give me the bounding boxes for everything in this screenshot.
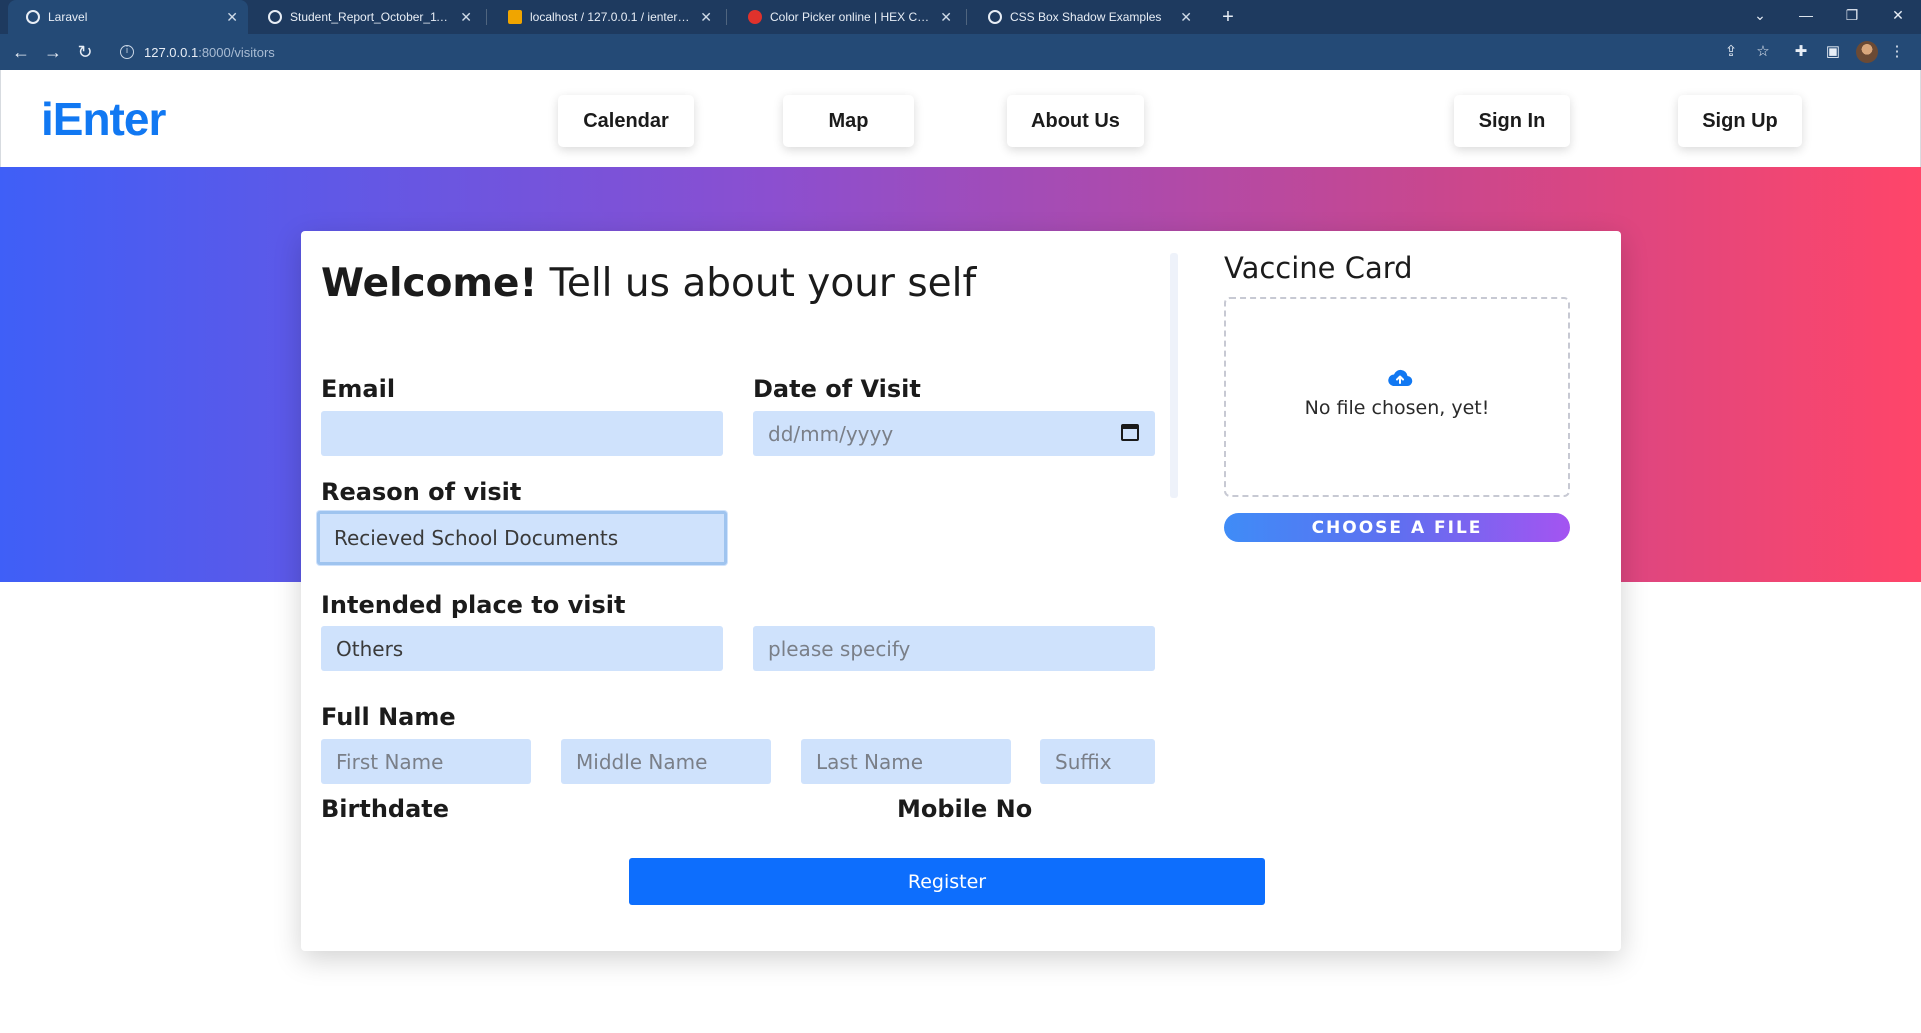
bookmark-star-icon[interactable]: ☆: [1750, 39, 1776, 65]
intended-place-label: Intended place to visit: [321, 591, 626, 619]
birthdate-label: Birthdate: [321, 795, 450, 823]
nav-sign-in[interactable]: Sign In: [1454, 95, 1570, 147]
page-viewport: iEnter Calendar Map About Us Sign In Sig…: [0, 70, 1921, 1033]
specify-place-input[interactable]: please specify: [753, 626, 1155, 671]
profile-avatar[interactable]: [1856, 41, 1878, 63]
site-info-icon[interactable]: i: [120, 45, 134, 59]
tab-separator: [486, 9, 487, 25]
site-header: iEnter Calendar Map About Us Sign In Sig…: [0, 70, 1921, 167]
globe-icon: [26, 10, 40, 24]
close-window-button[interactable]: ✕: [1878, 0, 1918, 32]
last-name-placeholder: Last Name: [816, 749, 924, 774]
email-label: Email: [321, 375, 396, 403]
page-title-rest: Tell us about your self: [549, 261, 977, 306]
email-field[interactable]: [321, 411, 723, 456]
extensions-icon[interactable]: ✚: [1788, 39, 1814, 65]
tab-separator: [966, 9, 967, 25]
middle-name-placeholder: Middle Name: [576, 749, 708, 774]
tab-phpmyadmin[interactable]: localhost / 127.0.0.1 / ienter / for ✕: [490, 0, 722, 34]
reload-button[interactable]: ↻: [72, 39, 98, 65]
share-icon[interactable]: ⇪: [1718, 39, 1744, 65]
more-menu-icon[interactable]: ⋮: [1884, 39, 1910, 65]
no-file-text: No file chosen, yet!: [1304, 397, 1490, 419]
middle-name-input[interactable]: Middle Name: [561, 739, 771, 784]
suffix-input[interactable]: Suffix: [1040, 739, 1155, 784]
close-icon[interactable]: ✕: [226, 9, 238, 26]
date-of-visit-input[interactable]: dd/mm/yyyy: [753, 411, 1155, 456]
new-tab-button[interactable]: +: [1216, 4, 1240, 30]
tab-search-button[interactable]: ⌄: [1740, 0, 1780, 32]
page-title: Welcome! Tell us about your self: [321, 261, 976, 306]
globe-icon: [988, 10, 1002, 24]
last-name-input[interactable]: Last Name: [801, 739, 1011, 784]
side-panel-icon[interactable]: ▣: [1820, 39, 1846, 65]
intended-place-select[interactable]: Others: [321, 626, 723, 671]
url-host: 127.0.0.1: [144, 44, 199, 60]
address-bar[interactable]: i 127.0.0.1:8000/visitors: [110, 39, 1790, 65]
tab-title: Laravel: [48, 10, 88, 24]
close-icon[interactable]: ✕: [700, 9, 712, 26]
tab-student-report[interactable]: Student_Report_October_11_202 ✕: [250, 0, 482, 34]
phpmyadmin-icon: [508, 10, 522, 24]
reason-value: Recieved School Documents: [334, 526, 619, 550]
choose-file-button[interactable]: CHOOSE A FILE: [1224, 513, 1570, 542]
nav-sign-up[interactable]: Sign Up: [1678, 95, 1802, 147]
tab-title: Student_Report_October_11_202: [290, 10, 453, 24]
site-logo[interactable]: iEnter: [41, 92, 166, 146]
tab-title: Color Picker online | HEX Colo: [770, 10, 933, 24]
tab-title: localhost / 127.0.0.1 / ienter / for: [530, 10, 693, 24]
globe-icon: [268, 10, 282, 24]
full-name-label: Full Name: [321, 703, 456, 731]
nav-about-us[interactable]: About Us: [1007, 95, 1144, 147]
suffix-placeholder: Suffix: [1055, 749, 1112, 774]
tab-css-box-shadow[interactable]: CSS Box Shadow Examples ✕: [970, 0, 1202, 34]
intended-place-value: Others: [336, 636, 404, 661]
visitor-form-card: Welcome! Tell us about your self Email D…: [301, 231, 1621, 951]
first-name-input[interactable]: First Name: [321, 739, 531, 784]
first-name-placeholder: First Name: [336, 749, 444, 774]
forward-button[interactable]: →: [40, 39, 66, 65]
nav-map[interactable]: Map: [783, 95, 914, 147]
date-placeholder: dd/mm/yyyy: [768, 421, 894, 446]
back-button[interactable]: ←: [8, 39, 34, 65]
close-icon[interactable]: ✕: [940, 9, 952, 26]
browser-toolbar: ← → ↻ i 127.0.0.1:8000/visitors ⇪ ☆ ✚ ▣ …: [0, 34, 1921, 70]
tab-laravel[interactable]: Laravel ✕: [8, 0, 248, 34]
reason-select[interactable]: Recieved School Documents: [317, 511, 727, 565]
vaccine-card-title: Vaccine Card: [1224, 251, 1413, 285]
tab-color-picker[interactable]: Color Picker online | HEX Colo ✕: [730, 0, 962, 34]
nav-calendar[interactable]: Calendar: [558, 95, 694, 147]
reason-label: Reason of visit: [321, 478, 522, 506]
date-of-visit-label: Date of Visit: [753, 375, 921, 403]
close-icon[interactable]: ✕: [1180, 9, 1192, 26]
tab-separator: [726, 9, 727, 25]
browser-tab-strip: Laravel ✕ Student_Report_October_11_202 …: [0, 0, 1921, 34]
tab-title: CSS Box Shadow Examples: [1010, 10, 1162, 24]
column-divider: [1170, 253, 1178, 498]
restore-button[interactable]: ❐: [1832, 0, 1872, 32]
calendar-icon[interactable]: [1121, 424, 1139, 441]
page-title-bold: Welcome!: [321, 261, 538, 306]
close-icon[interactable]: ✕: [460, 9, 472, 26]
url-path: :8000/visitors: [198, 44, 275, 60]
color-picker-icon: [748, 10, 762, 24]
minimize-button[interactable]: —: [1786, 0, 1826, 32]
cloud-upload-icon: [1388, 369, 1413, 387]
specify-placeholder: please specify: [768, 636, 911, 661]
register-button[interactable]: Register: [629, 858, 1265, 905]
mobile-no-label: Mobile No: [897, 795, 1033, 823]
vaccine-card-dropzone[interactable]: No file chosen, yet!: [1224, 297, 1570, 497]
